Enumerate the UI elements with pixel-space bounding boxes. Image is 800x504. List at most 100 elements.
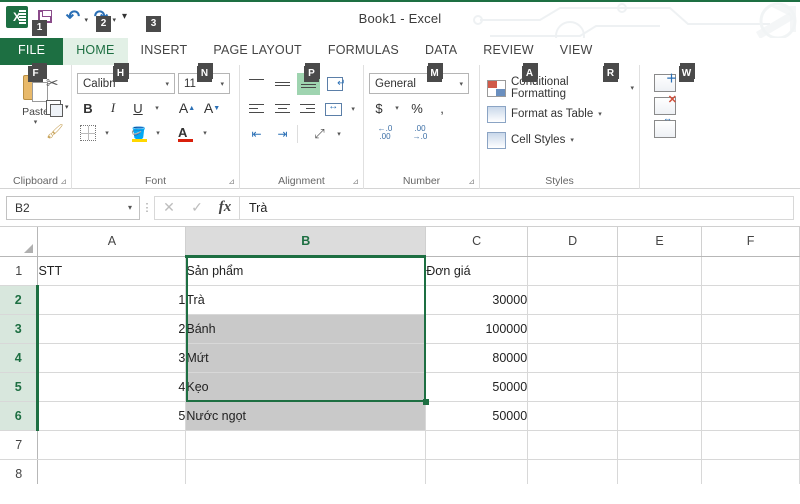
font-name-caret-icon[interactable]: ▾ xyxy=(162,80,172,88)
cell-A4[interactable]: 3 xyxy=(37,343,187,373)
underline-caret-icon[interactable]: ▾ xyxy=(152,104,162,112)
merge-and-center-button[interactable] xyxy=(322,98,345,120)
italic-button[interactable]: I xyxy=(102,97,124,119)
merge-caret-icon[interactable]: ▾ xyxy=(348,105,358,113)
tab-formulas[interactable]: FORMULAS xyxy=(315,38,412,65)
cell-D8[interactable] xyxy=(527,459,619,484)
cell-E2[interactable] xyxy=(617,285,703,315)
tab-home[interactable]: HOME xyxy=(63,38,128,65)
font-color-caret-icon[interactable]: ▾ xyxy=(200,129,210,137)
cell-D4[interactable] xyxy=(527,343,619,373)
borders-caret-icon[interactable]: ▾ xyxy=(102,129,112,137)
increase-decimal-button[interactable]: .00 →.0 xyxy=(404,122,436,144)
enter-check-icon[interactable]: ✓ xyxy=(183,199,211,216)
cell-E3[interactable] xyxy=(617,314,703,344)
row-header-5[interactable]: 5 xyxy=(0,372,40,402)
cell-E1[interactable] xyxy=(617,256,703,286)
cell-B8[interactable] xyxy=(185,459,427,484)
format-as-table-button[interactable]: Format as Table ▾ xyxy=(485,101,634,127)
format-as-table-caret-icon[interactable]: ▾ xyxy=(598,110,602,118)
fill-color-button[interactable]: 🪣 xyxy=(128,122,150,144)
alignment-dialog-launcher[interactable]: ⊿ xyxy=(352,177,359,186)
cell-D3[interactable] xyxy=(527,314,619,344)
cell-A6[interactable]: 5 xyxy=(37,401,187,431)
cell-A8[interactable] xyxy=(37,459,187,484)
cell-A1[interactable]: STT xyxy=(37,256,187,286)
cell-F8[interactable] xyxy=(701,459,800,484)
cancel-x-icon[interactable]: ✕ xyxy=(155,199,183,216)
align-left-button[interactable] xyxy=(245,98,268,120)
cell-E6[interactable] xyxy=(617,401,703,431)
align-top-button[interactable] xyxy=(245,73,268,95)
cell-F2[interactable] xyxy=(701,285,800,315)
delete-cells-button[interactable]: ✕ xyxy=(654,94,677,115)
row-header-3[interactable]: 3 xyxy=(0,314,40,344)
accounting-caret-icon[interactable]: ▾ xyxy=(392,104,402,112)
format-cells-button[interactable]: ↔ xyxy=(654,113,676,138)
cell-F3[interactable] xyxy=(701,314,800,344)
bold-button[interactable]: B xyxy=(77,97,99,119)
font-size-caret-icon[interactable]: ▾ xyxy=(217,80,227,88)
cell-D5[interactable] xyxy=(527,372,619,402)
decrease-indent-button[interactable]: ⇤ xyxy=(245,123,268,145)
cell-B4[interactable]: Mứt xyxy=(185,343,427,373)
fill-color-caret-icon[interactable]: ▾ xyxy=(153,129,163,137)
formula-bar-options-icon[interactable]: ⋮ xyxy=(140,202,154,213)
row-header-6[interactable]: 6 xyxy=(0,401,40,431)
select-all-corner[interactable] xyxy=(0,227,39,257)
insert-cells-button[interactable]: ＋ xyxy=(654,72,677,92)
cell-D6[interactable] xyxy=(527,401,619,431)
percent-style-button[interactable]: % xyxy=(405,97,429,119)
cell-F6[interactable] xyxy=(701,401,800,431)
column-header-E[interactable]: E xyxy=(617,227,703,257)
column-header-D[interactable]: D xyxy=(527,227,619,257)
cut-button[interactable]: ✂ xyxy=(46,71,69,95)
cell-F1[interactable] xyxy=(701,256,800,286)
fx-insert-function-icon[interactable]: fx xyxy=(211,199,239,216)
formula-input[interactable]: Trà xyxy=(240,195,794,220)
cell-C2[interactable]: 30000 xyxy=(425,285,529,315)
align-right-button[interactable] xyxy=(297,98,320,120)
underline-button[interactable]: U xyxy=(127,97,149,119)
number-format-caret-icon[interactable]: ▾ xyxy=(456,80,466,88)
name-box-caret-icon[interactable]: ▾ xyxy=(124,203,136,212)
cell-C1[interactable]: Đơn giá xyxy=(425,256,529,286)
cell-C4[interactable]: 80000 xyxy=(425,343,529,373)
cell-A5[interactable]: 4 xyxy=(37,372,187,402)
cell-E7[interactable] xyxy=(617,430,703,460)
conditional-formatting-caret-icon[interactable]: ▾ xyxy=(630,84,634,92)
number-format-select[interactable]: General ▾ xyxy=(369,73,469,94)
cell-C6[interactable]: 50000 xyxy=(425,401,529,431)
cell-B5[interactable]: Kẹo xyxy=(185,372,427,402)
name-box[interactable]: B2 ▾ xyxy=(6,195,140,220)
cell-F7[interactable] xyxy=(701,430,800,460)
align-middle-button[interactable] xyxy=(271,73,294,95)
cell-D7[interactable] xyxy=(527,430,619,460)
clipboard-dialog-launcher[interactable]: ⊿ xyxy=(60,177,67,186)
decrease-decimal-button[interactable]: ←.0.00 xyxy=(369,122,401,144)
copy-caret-icon[interactable]: ▾ xyxy=(65,103,69,111)
cell-E4[interactable] xyxy=(617,343,703,373)
cell-B2[interactable]: Trà xyxy=(185,285,427,315)
column-header-C[interactable]: C xyxy=(425,227,529,257)
cell-B1[interactable]: Sản phẩm xyxy=(185,256,427,286)
orientation-caret-icon[interactable]: ▾ xyxy=(334,130,344,138)
cell-B7[interactable] xyxy=(185,430,427,460)
cell-F4[interactable] xyxy=(701,343,800,373)
cell-A2[interactable]: 1 xyxy=(37,285,187,315)
cell-E8[interactable] xyxy=(617,459,703,484)
cell-styles-caret-icon[interactable]: ▾ xyxy=(570,136,574,144)
cell-D1[interactable] xyxy=(527,256,619,286)
column-header-A[interactable]: A xyxy=(37,227,187,257)
tab-file[interactable]: FILE xyxy=(0,38,64,65)
borders-button[interactable] xyxy=(77,122,99,144)
row-header-7[interactable]: 7 xyxy=(0,430,39,460)
tab-insert[interactable]: INSERT xyxy=(128,38,201,65)
increase-indent-button[interactable]: ⇥ xyxy=(271,123,294,145)
orientation-button[interactable]: ⤢ xyxy=(308,123,331,145)
copy-button[interactable]: ▾ xyxy=(46,95,69,119)
cell-C7[interactable] xyxy=(425,430,529,460)
cell-F5[interactable] xyxy=(701,372,800,402)
increase-font-size-button[interactable]: A ▲ xyxy=(176,97,198,119)
column-header-F[interactable]: F xyxy=(701,227,800,257)
